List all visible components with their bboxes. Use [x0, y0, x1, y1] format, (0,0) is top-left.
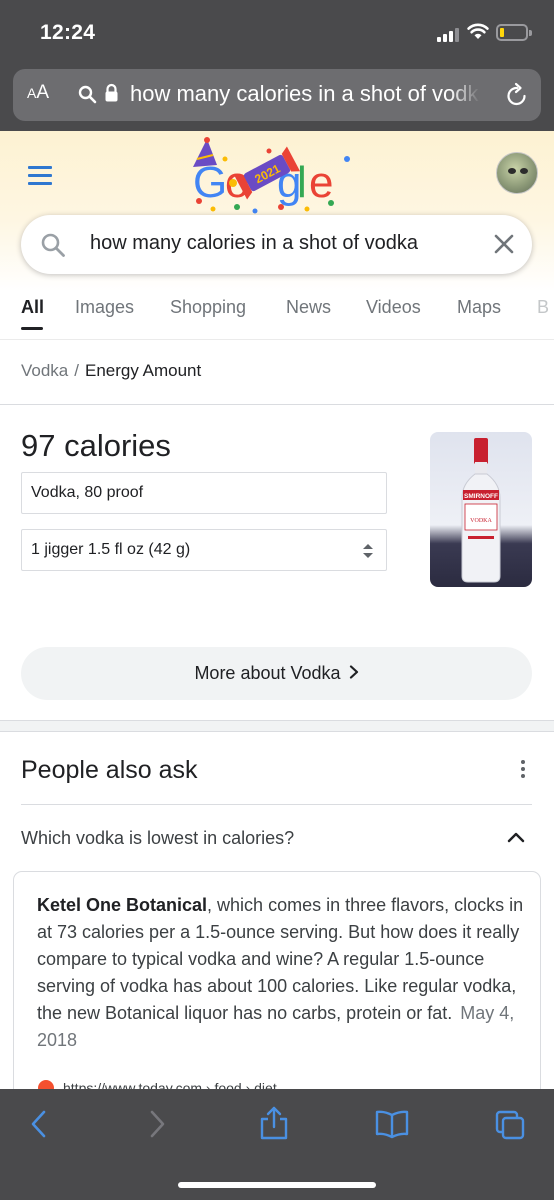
forward-icon[interactable] — [148, 1109, 166, 1139]
text-size-button[interactable]: AA — [27, 82, 49, 104]
share-icon[interactable] — [258, 1105, 290, 1141]
svg-text:G: G — [193, 158, 227, 207]
bottle-brand-text: SMIRNOFF — [464, 493, 498, 500]
paa-title: People also ask — [21, 756, 198, 784]
menu-icon[interactable] — [28, 166, 52, 190]
wifi-icon — [467, 23, 489, 39]
tab-shopping[interactable]: Shopping — [170, 297, 246, 318]
svg-text:e: e — [309, 158, 333, 207]
browser-top-chrome: 12:24 AA how many calories in a shot of … — [0, 0, 554, 131]
bottle-label-text: VODKA — [470, 518, 492, 524]
vodka-bottle-image[interactable]: SMIRNOFF VODKA — [430, 432, 532, 587]
google-doodle[interactable]: G o l e g 2021 — [185, 137, 360, 217]
search-icon — [41, 233, 65, 257]
food-input[interactable]: Vodka, 80 proof — [21, 472, 387, 514]
breadcrumb: Vodka / Energy Amount — [21, 361, 201, 381]
battery-icon — [496, 24, 532, 41]
bookmarks-icon[interactable] — [374, 1109, 410, 1139]
back-icon[interactable] — [30, 1109, 48, 1139]
chevron-up-icon[interactable] — [506, 830, 526, 844]
breadcrumb-current: Energy Amount — [85, 361, 202, 380]
search-icon — [78, 85, 97, 104]
breadcrumb-parent[interactable]: Vodka — [21, 361, 68, 380]
tab-books[interactable]: B — [537, 297, 549, 318]
tabs-icon[interactable] — [494, 1109, 526, 1141]
tab-images[interactable]: Images — [75, 297, 134, 318]
tab-maps[interactable]: Maps — [457, 297, 501, 318]
tab-videos[interactable]: Videos — [366, 297, 421, 318]
chevron-right-icon — [349, 665, 358, 679]
serving-size-value: 1 jigger 1.5 fl oz (42 g) — [31, 541, 191, 558]
calorie-value: 97 calories — [21, 428, 171, 463]
more-about-label: More about Vodka — [194, 663, 341, 683]
answer-bold-term: Ketel One Botanical — [37, 895, 208, 915]
status-time: 12:24 — [40, 21, 96, 44]
paa-answer-text: Ketel One Botanical, which comes in thre… — [37, 892, 525, 1054]
active-tab-underline — [21, 327, 43, 330]
cellular-signal-icon — [437, 28, 459, 42]
paa-question[interactable]: Which vodka is lowest in calories? — [21, 828, 294, 849]
lock-icon — [105, 83, 118, 102]
select-arrows-icon — [363, 544, 373, 558]
tab-all[interactable]: All — [21, 297, 44, 318]
tab-news[interactable]: News — [286, 297, 331, 318]
close-icon[interactable] — [493, 233, 515, 255]
avatar[interactable] — [496, 152, 538, 194]
breadcrumb-separator: / — [74, 361, 79, 380]
search-input[interactable]: how many calories in a shot of vodka — [90, 232, 418, 255]
home-indicator — [178, 1182, 376, 1188]
google-header: G o l e g 2021 how many calories in a sh… — [0, 131, 554, 291]
address-bar[interactable]: AA how many calories in a shot of vodka — [13, 69, 541, 121]
search-box[interactable]: how many calories in a shot of vodka — [21, 215, 532, 274]
reload-icon[interactable] — [505, 82, 529, 108]
more-about-button[interactable]: More about Vodka — [21, 647, 532, 700]
search-tabs: All Images Shopping News Videos Maps B — [0, 291, 554, 340]
address-url-text[interactable]: how many calories in a shot of vodka — [130, 81, 480, 107]
section-separator — [0, 720, 554, 732]
serving-size-select[interactable]: 1 jigger 1.5 fl oz (42 g) — [21, 529, 387, 571]
paa-divider — [21, 804, 532, 805]
divider — [0, 404, 554, 405]
bottle-illustration: SMIRNOFF VODKA — [461, 438, 501, 583]
more-options-icon[interactable] — [521, 760, 527, 781]
